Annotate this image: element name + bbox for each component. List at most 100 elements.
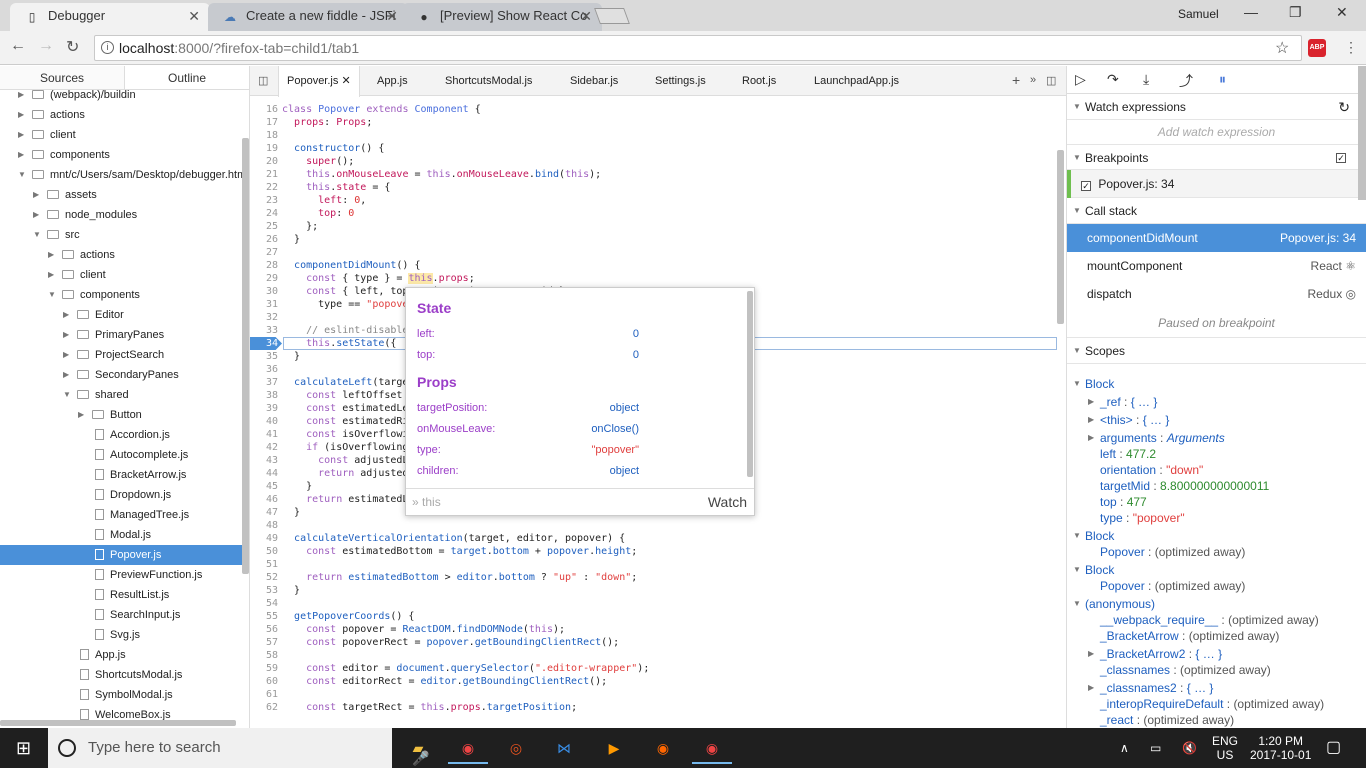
chevron-down-icon[interactable]: ▼ — [1073, 562, 1081, 578]
code-line[interactable]: 34 this.setState({ — [250, 337, 396, 350]
code-line[interactable]: 24 top: 0 — [250, 207, 354, 220]
chevron-right-icon[interactable]: ▶ — [48, 265, 54, 285]
code-line[interactable]: 27 — [250, 246, 282, 259]
step-out-icon[interactable]: ⤴ — [1179, 71, 1193, 91]
close-icon[interactable]: ✕ — [580, 3, 592, 29]
tree-folder[interactable]: ▶ node_modules — [0, 205, 249, 225]
clock[interactable]: 1:20 PM 2017-10-01 — [1250, 734, 1311, 774]
code-line[interactable]: 49 calculateVerticalOrientation(target, … — [250, 532, 625, 545]
chevron-right-icon[interactable]: ▶ — [63, 365, 69, 385]
resume-icon[interactable]: ▷ — [1075, 71, 1086, 88]
code-line[interactable]: 20 super(); — [250, 155, 354, 168]
chrome-icon[interactable]: ◉ — [448, 732, 488, 764]
code-line[interactable]: 25 }; — [250, 220, 318, 233]
tree-file[interactable]: SearchInput.js — [0, 605, 249, 625]
browser-tab-debugger[interactable]: ▯ Debugger ✕ — [10, 3, 210, 31]
chevron-down-icon[interactable]: ▼ — [33, 225, 41, 245]
chevron-right-icon[interactable]: ▶ — [18, 145, 24, 165]
line-number[interactable]: 45 — [250, 480, 278, 493]
line-number[interactable]: 26 — [250, 233, 278, 246]
line-number[interactable]: 62 — [250, 701, 278, 714]
new-tab-button[interactable] — [594, 8, 630, 24]
firefox-icon[interactable]: ◉ — [643, 732, 683, 764]
browser-tab-jsfiddle[interactable]: ☁ Create a new fiddle - JSFi ✕ — [208, 3, 408, 31]
scope-variable[interactable]: ▶ _BracketArrow2 : { … } — [1088, 646, 1222, 662]
tree-file[interactable]: Autocomplete.js — [0, 445, 249, 465]
file-explorer-icon[interactable]: ▰ — [398, 732, 438, 764]
line-number[interactable]: 55 — [250, 610, 278, 623]
line-number[interactable]: 37 — [250, 376, 278, 389]
line-number[interactable]: 46 — [250, 493, 278, 506]
close-icon[interactable]: ✕ — [188, 3, 200, 29]
frame-item[interactable]: componentDidMount Popover.js: 34 — [1067, 224, 1366, 252]
chevron-right-icon[interactable]: ▶ — [18, 85, 24, 105]
code-line[interactable]: 53 } — [250, 584, 300, 597]
chevron-right-icon[interactable]: ▶ — [1088, 394, 1094, 410]
toggle-sidebar-icon[interactable]: ◫ — [258, 74, 268, 87]
chevron-right-icon[interactable]: ▶ — [1088, 430, 1094, 446]
code-line[interactable]: 59 const editor = document.querySelector… — [250, 662, 649, 675]
scope-group[interactable]: ▼ Block — [1073, 528, 1114, 544]
line-number[interactable]: 24 — [250, 207, 278, 220]
line-number[interactable]: 19 — [250, 142, 278, 155]
refresh-icon[interactable]: ↻ — [1338, 94, 1350, 120]
chevron-down-icon[interactable]: ▼ — [1073, 596, 1081, 612]
tree-folder[interactable]: ▶ actions — [0, 245, 249, 265]
tree-folder[interactable]: ▶ components — [0, 145, 249, 165]
prop-value[interactable]: onClose() — [591, 423, 639, 435]
line-number[interactable]: 17 — [250, 116, 278, 129]
editor-tab-root[interactable]: Root.js — [742, 66, 776, 96]
chevron-down-icon[interactable]: ▼ — [18, 165, 26, 185]
chevron-right-icon[interactable]: ▶ — [33, 205, 39, 225]
tree-file[interactable]: ResultList.js — [0, 585, 249, 605]
tree-file[interactable]: ShortcutsModal.js — [0, 665, 249, 685]
tree-folder[interactable]: ▶ SecondaryPanes — [0, 365, 249, 385]
line-number[interactable]: 29 — [250, 272, 278, 285]
line-number[interactable]: 61 — [250, 688, 278, 701]
close-icon[interactable]: ✕ — [341, 75, 350, 87]
call-stack-header[interactable]: ▼ Call stack — [1067, 198, 1366, 224]
line-number[interactable]: 34 — [250, 337, 278, 350]
code-line[interactable]: 31 type == "popover" — [250, 298, 421, 311]
line-number[interactable]: 28 — [250, 259, 278, 272]
chevron-right-icon[interactable]: ▶ — [33, 185, 39, 205]
line-number[interactable]: 40 — [250, 415, 278, 428]
add-tab-icon[interactable]: + — [1012, 72, 1020, 88]
chevron-down-icon[interactable]: ▼ — [63, 385, 71, 405]
code-line[interactable]: 60 const editorRect = editor.getBounding… — [250, 675, 607, 688]
chrome-icon[interactable]: ◉ — [692, 732, 732, 764]
scope-group[interactable]: ▼ (anonymous) — [1073, 596, 1155, 612]
code-line[interactable]: 29 const { type } = this.props; — [250, 272, 475, 285]
tree-folder[interactable]: ▼ components — [0, 285, 249, 305]
line-number[interactable]: 30 — [250, 285, 278, 298]
line-number[interactable]: 48 — [250, 519, 278, 532]
code-line[interactable]: 54 — [250, 597, 282, 610]
code-line[interactable]: 62 const targetRect = this.props.targetP… — [250, 701, 577, 714]
code-line[interactable]: 26 } — [250, 233, 300, 246]
scrollbar[interactable] — [1358, 66, 1366, 200]
code-line[interactable]: 17 props: Props; — [250, 116, 372, 129]
info-icon[interactable]: i — [101, 41, 114, 54]
line-number[interactable]: 47 — [250, 506, 278, 519]
chevron-right-icon[interactable]: ▶ — [1088, 646, 1094, 662]
code-line[interactable]: 19 constructor() { — [250, 142, 384, 155]
code-line[interactable]: 21 this.onMouseLeave = this.onMouseLeave… — [250, 168, 601, 181]
tree-folder[interactable]: ▶ assets — [0, 185, 249, 205]
tree-folder[interactable]: ▶ client — [0, 265, 249, 285]
code-line[interactable]: 50 const estimatedBottom = target.bottom… — [250, 545, 637, 558]
more-tabs-icon[interactable]: » — [1030, 74, 1036, 86]
line-number[interactable]: 49 — [250, 532, 278, 545]
restore-icon[interactable]: ❐ — [1289, 4, 1302, 21]
line-number[interactable]: 57 — [250, 636, 278, 649]
vscode-icon[interactable]: ⋈ — [544, 732, 584, 764]
line-number[interactable]: 22 — [250, 181, 278, 194]
horizontal-scrollbar[interactable] — [0, 720, 236, 726]
code-line[interactable]: 18 — [250, 129, 282, 142]
tree-folder[interactable]: ▼ shared — [0, 385, 249, 405]
scopes-header[interactable]: ▼ Scopes — [1067, 338, 1366, 364]
windows-start-icon[interactable]: ⊞ — [16, 738, 31, 759]
code-line[interactable]: 61 — [250, 688, 282, 701]
code-line[interactable]: 56 const popover = ReactDOM.findDOMNode(… — [250, 623, 565, 636]
line-number[interactable]: 41 — [250, 428, 278, 441]
adblock-icon[interactable]: ABP — [1308, 39, 1326, 57]
